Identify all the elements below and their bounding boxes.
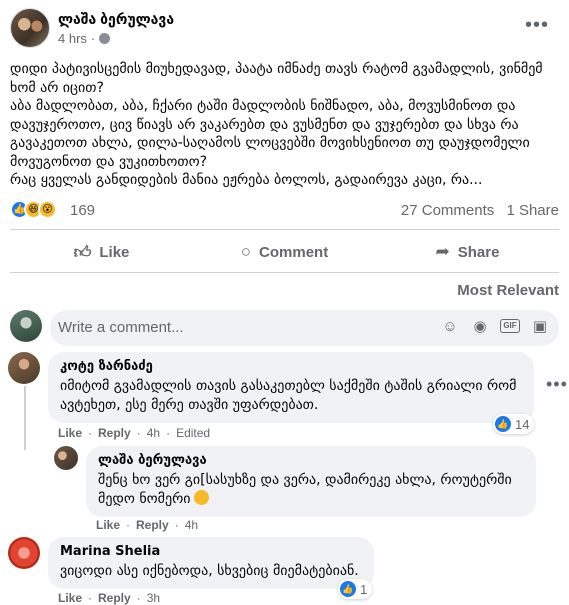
reply-author-avatar[interactable]	[54, 446, 78, 470]
composer-tools: ☺ ◉ GIF ▣	[441, 317, 549, 336]
comment-input-placeholder: Write a comment...	[58, 319, 184, 336]
dot-separator: ·	[88, 591, 93, 605]
comment-like-link[interactable]: Like	[58, 591, 82, 605]
author-avatar[interactable]	[10, 8, 50, 48]
share-button-label: Share	[457, 243, 500, 261]
engagement-counts: 27 Comments 1 Share	[393, 202, 559, 219]
dot-separator: ·	[136, 591, 141, 605]
comment-reaction-count: 1	[360, 581, 368, 597]
post-text-line: გავაკეთოთ ახლა, დილა-საღამოს ლოცვებში მო…	[10, 135, 530, 151]
dot-separator: ·	[126, 518, 131, 532]
post-text-line: დავუჯეროთო, ცივ წიავს არ ვაკარებთ და ვუს…	[10, 116, 519, 133]
comment-reply-link[interactable]: Reply	[98, 426, 131, 440]
comment-text-line: ავტეხეთ, ესე მერე თავში უფარდებათ.	[60, 397, 319, 413]
wow-reaction-icon: 😮	[38, 200, 57, 219]
comment-item: კოტე ზარნაძე იმიტომ გვამადლის თავის გასა…	[8, 352, 567, 442]
comment-text-line: მედო ნომერი	[98, 491, 191, 507]
reaction-icons[interactable]: 👍 😆 😮	[10, 200, 57, 219]
comment-sort-dropdown[interactable]: Most Relevant	[457, 282, 559, 299]
more-horizontal-icon[interactable]: •••	[525, 14, 549, 37]
meta-separator: ·	[90, 31, 96, 46]
comment-composer: Write a comment... ☺ ◉ GIF ▣	[10, 310, 559, 346]
gif-icon[interactable]: GIF	[500, 317, 520, 335]
comment-actions: Like · Reply · 4h	[96, 518, 198, 532]
smile-emoji-icon	[194, 490, 210, 505]
comment-time[interactable]: 4h	[147, 426, 160, 440]
post-meta: 4 hrs ·	[58, 31, 111, 46]
dot-separator: ·	[174, 518, 179, 532]
post-text-line: მოვუგონოთ და ვუკითხოთო?	[10, 153, 208, 170]
post-text-line: დიდი პატივისცემის მიუხედავად, პაატა იმნა…	[10, 61, 543, 77]
comment-text-line: შენც ხო ვერ გი[სასუხზე და ვერა, დამირეკე…	[98, 472, 512, 488]
comment-edited-label[interactable]: Edited	[176, 426, 210, 440]
comment-bubble: ლაშა ბერულავა შენც ხო ვერ გი[სასუხზე და …	[86, 446, 536, 517]
comments-count-link[interactable]: 27 Comments	[401, 202, 494, 219]
comment-bubble: კოტე ზარნაძე იმიტომ გვამადლის თავის გასა…	[48, 352, 534, 423]
comment-text: იმიტომ გვამადლის თავის გასაკეთებლ საქმეშ…	[60, 377, 522, 415]
post-text: დიდი პატივისცემის მიუხედავად, პაატა იმნა…	[10, 60, 555, 190]
reply-item: ლაშა ბერულავა შენც ხო ვერ გი[სასუხზე და …	[54, 446, 560, 536]
post-text-line: აბა მადლობათ, აბა, ჩქარი ტაში მადლობის ნ…	[10, 98, 516, 114]
post-time[interactable]: 4 hrs	[58, 31, 87, 46]
comment-text-line: მედო ნომერი	[98, 490, 524, 509]
dot-separator: ·	[166, 426, 171, 440]
comment-button[interactable]: ○ Comment	[193, 236, 376, 268]
speech-bubble-icon: ○	[240, 242, 252, 261]
reaction-count[interactable]: 169	[70, 202, 95, 219]
comment-text: შენც ხო ვერ გი[სასუხზე და ვერა, დამირეკე…	[98, 471, 524, 509]
comment-author-name[interactable]: Marina Shelia	[60, 544, 362, 559]
post-actions: 👍︎ Like ○ Comment ➦ Share	[10, 236, 559, 268]
comment-time[interactable]: 4h	[185, 518, 198, 532]
comment-text: ვიცოდი ასე იქნებოდა, სხვებიც მიემატებიან…	[60, 562, 362, 581]
thread-connector	[24, 386, 26, 450]
like-reaction-icon: 👍	[340, 581, 356, 597]
comment-reactions[interactable]: 👍 1	[338, 579, 373, 599]
divider	[10, 229, 559, 230]
like-reaction-icon: 👍	[495, 416, 511, 432]
comment-actions: Like · Reply · 3h	[58, 591, 160, 605]
sticker-icon[interactable]: ▣	[531, 317, 549, 335]
share-arrow-icon: ➦	[435, 242, 450, 261]
comment-item: Marina Shelia ვიცოდი ასე იქნებოდა, სხვებ…	[8, 537, 560, 605]
post-text-line: რაც ყველას განდიდების მანია ეჟრება ბოლოს…	[10, 172, 483, 188]
comment-reply-link[interactable]: Reply	[98, 591, 131, 605]
dot-separator: ·	[88, 426, 93, 440]
comment-input[interactable]: Write a comment... ☺ ◉ GIF ▣	[50, 310, 559, 346]
camera-icon[interactable]: ◉	[471, 317, 489, 335]
current-user-avatar[interactable]	[10, 310, 42, 342]
post-text-line: ხომ არ იცით?	[10, 79, 104, 96]
comment-reaction-count: 14	[515, 416, 530, 432]
emoji-icon[interactable]: ☺	[441, 317, 459, 335]
comment-button-label: Comment	[259, 243, 329, 261]
share-button[interactable]: ➦ Share	[376, 236, 559, 268]
post-header: ლაშა ბერულავა 4 hrs · •••	[10, 8, 559, 52]
comment-author-avatar[interactable]	[8, 352, 40, 384]
comment-author-name[interactable]: კოტე ზარნაძე	[60, 359, 522, 374]
comment-time[interactable]: 3h	[147, 591, 160, 605]
comment-text-line: ვიცოდი ასე იქნებოდა, სხვებიც მიემატებიან…	[60, 563, 359, 579]
comment-reply-link[interactable]: Reply	[136, 518, 169, 532]
comment-like-link[interactable]: Like	[96, 518, 120, 532]
comment-text-line: იმიტომ გვამადლის თავის გასაკეთებლ საქმეშ…	[60, 378, 517, 394]
like-button[interactable]: 👍︎ Like	[10, 236, 193, 268]
globe-icon	[99, 33, 111, 44]
comment-bubble: Marina Shelia ვიცოდი ასე იქნებოდა, სხვებ…	[48, 537, 374, 589]
divider	[10, 272, 559, 273]
thumbs-up-icon: 👍︎	[73, 242, 92, 262]
dot-separator: ·	[136, 426, 141, 440]
shares-count-link[interactable]: 1 Share	[506, 202, 559, 219]
comment-more-icon[interactable]: •••	[546, 374, 568, 395]
comment-actions: Like · Reply · 4h · Edited	[58, 426, 210, 440]
post-author-name[interactable]: ლაშა ბერულავა	[58, 11, 174, 28]
reactions-summary: 👍 😆 😮 169 27 Comments 1 Share	[10, 200, 559, 222]
comment-reactions[interactable]: 👍 14	[493, 414, 535, 434]
comment-like-link[interactable]: Like	[58, 426, 82, 440]
comment-author-avatar[interactable]	[8, 537, 40, 569]
like-button-label: Like	[99, 243, 130, 261]
comment-author-name[interactable]: ლაშა ბერულავა	[98, 453, 524, 468]
